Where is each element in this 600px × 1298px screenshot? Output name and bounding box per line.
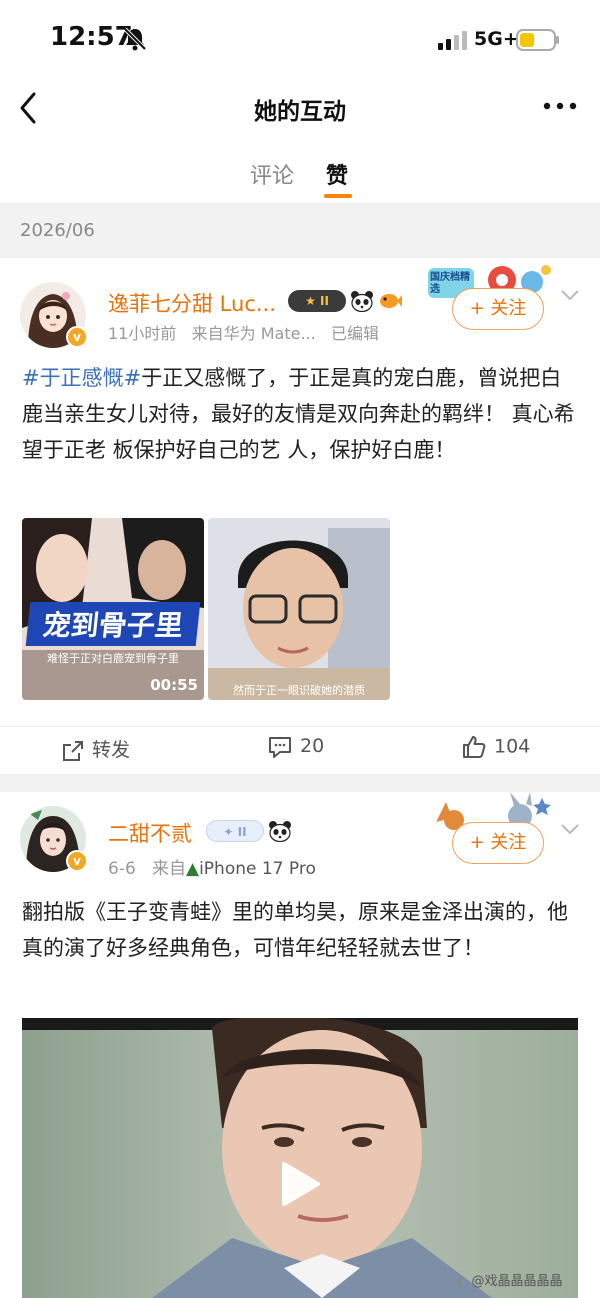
post-time: 11小时前 (108, 324, 177, 343)
date-section-header: 2026/06 (0, 204, 600, 258)
username[interactable]: 逸菲七分甜 Luc... (108, 288, 276, 318)
weibo-logo-icon: ◐ (456, 1274, 468, 1289)
comment-count: 20 (300, 735, 325, 757)
watermark-text: @戏晶晶晶晶晶 (471, 1274, 563, 1289)
nav-bar: 她的互动 (0, 78, 600, 140)
hashtag-link[interactable]: #于正感慨# (22, 366, 141, 390)
level-label: II (237, 825, 247, 839)
member-level-badge: ✦ II (206, 820, 264, 842)
tab-comments[interactable]: 评论 (250, 158, 294, 190)
follow-button[interactable]: + 关注 (452, 822, 544, 864)
edited-label: 已编辑 (330, 324, 379, 343)
fish-icon (380, 294, 402, 308)
thumbnail-caption: 难怪于正对白鹿宠到骨子里 (47, 652, 179, 665)
tree-icon: ▲ (186, 859, 200, 879)
tab-likes[interactable]: 赞 (326, 158, 348, 190)
repost-icon (63, 740, 83, 761)
bell-muted-icon (123, 27, 147, 51)
post-time: 6-6 (108, 859, 136, 879)
signal-icon (438, 31, 467, 50)
comment-button[interactable]: 20 (268, 735, 324, 758)
verified-badge: v (66, 326, 88, 348)
page-title: 她的互动 (254, 99, 346, 125)
video-thumbnail[interactable]: 然而于正一眼识破她的潜质 (208, 518, 390, 700)
member-level-badge: ★ II (288, 290, 346, 312)
watermark: ◐ @戏晶晶晶晶晶 (456, 1270, 563, 1289)
thumbs-up-icon (463, 736, 486, 758)
post-meta: 6-6 来自▲iPhone 17 Pro (108, 854, 316, 879)
battery-icon (516, 29, 559, 51)
panda-icon (269, 821, 291, 842)
post-card[interactable]: v 逸菲七分甜 Luc... ★ II 11小时前 来自华为 Mate... 已… (0, 258, 600, 774)
status-time: 12:57 (50, 22, 133, 52)
play-icon[interactable] (278, 1160, 322, 1208)
verified-badge: v (66, 850, 88, 872)
network-type: 5G+ (474, 28, 519, 50)
post-source: 来自华为 Mate... (191, 324, 316, 343)
level-label: II (320, 294, 329, 308)
post-meta: 11小时前 来自华为 Mate... 已编辑 (108, 320, 379, 344)
repost-button[interactable]: 转发 (62, 735, 130, 762)
like-button[interactable]: 104 (462, 735, 530, 759)
follow-button[interactable]: + 关注 (452, 288, 544, 330)
comment-icon (269, 736, 291, 758)
action-bar: 转发 20 104 (0, 726, 600, 774)
thumbnail-caption: 然而于正一眼识破她的潜质 (233, 684, 365, 697)
tab-bar: 评论 赞 (0, 140, 600, 204)
like-count: 104 (494, 735, 531, 758)
video-duration: 00:55 (150, 676, 198, 694)
more-icon[interactable] (542, 96, 578, 116)
video-thumbnail[interactable]: 宠到骨子里 难怪于正对白鹿宠到骨子里 00:55 (22, 518, 204, 700)
post-body: #于正感慨#于正又感慨了，于正是真的宠白鹿，曾说把白鹿当亲生女儿对待，最好的友情… (22, 360, 578, 468)
post-source-prefix: 来自 (152, 859, 186, 879)
post-source: iPhone 17 Pro (199, 859, 316, 879)
section-date: 2026/06 (20, 220, 95, 241)
username[interactable]: 二甜不贰 (108, 818, 192, 848)
post-body: 翻拍版《王子变青蛙》里的单均昊，原来是金泽出演的，他真的演了好多经典角色，可惜年… (22, 900, 568, 960)
chevron-down-icon[interactable] (560, 288, 580, 302)
panda-icon (351, 291, 373, 312)
thumbnail-overlay-title: 宠到骨子里 (25, 602, 201, 646)
active-tab-indicator (324, 194, 352, 198)
post-card[interactable]: v 二甜不贰 ✦ II 6-6 来自▲iPhone 17 Pro + 关注 翻拍… (0, 792, 600, 1298)
video-player[interactable] (22, 1018, 578, 1298)
chevron-down-icon[interactable] (560, 822, 580, 836)
status-bar: 12:57 5G+ (0, 0, 600, 78)
repost-label: 转发 (92, 739, 131, 761)
